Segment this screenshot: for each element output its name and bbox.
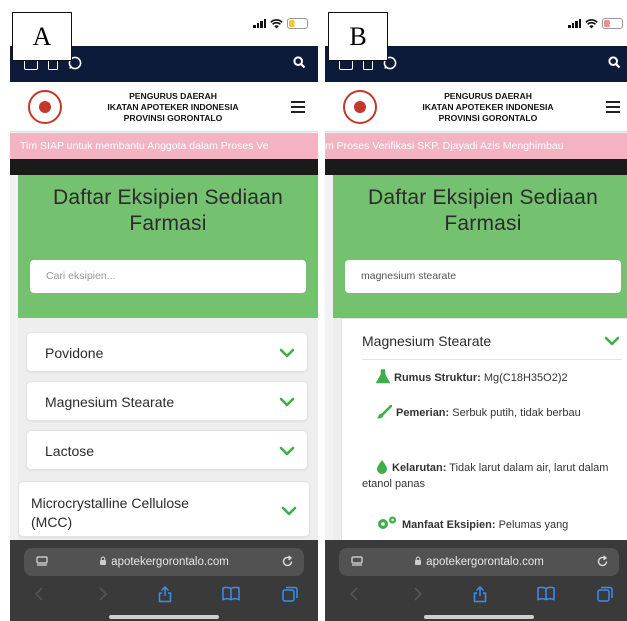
organization-name: PENGURUS DAERAH IKATAN APOTEKER INDONESI… bbox=[107, 91, 239, 123]
lock-icon bbox=[100, 556, 107, 565]
back-icon[interactable] bbox=[349, 586, 359, 602]
tabs-icon[interactable] bbox=[597, 586, 613, 602]
hero-section: Daftar Eksipien Sediaan Farmasi Cari eksi… bbox=[18, 175, 318, 318]
panel-label-b: B bbox=[328, 12, 388, 61]
battery-icon: 19 bbox=[602, 18, 623, 29]
hero-section: Daftar Eksipien Sediaan Farmasi magnesium… bbox=[333, 175, 627, 318]
reload-icon[interactable] bbox=[596, 555, 609, 568]
property-function: Manfaat Eksipien: Pelumas yang bbox=[376, 515, 618, 533]
browser-toolbar: apotekergorontalo.com bbox=[325, 540, 627, 621]
bookmarks-icon[interactable] bbox=[537, 586, 555, 601]
droplet-icon bbox=[377, 460, 387, 474]
site-header: PENGURUS DAERAH IKATAN APOTEKER INDONESI… bbox=[325, 82, 627, 132]
lock-icon bbox=[415, 556, 422, 565]
list-item[interactable]: Microcrystalline Cellulose (MCC) bbox=[18, 481, 310, 537]
hamburger-menu-icon[interactable] bbox=[291, 101, 305, 116]
detail-divider bbox=[362, 359, 622, 360]
panel-divider bbox=[318, 0, 325, 621]
site-header: PENGURUS DAERAH IKATAN APOTEKER INDONESI… bbox=[10, 82, 318, 132]
address-bar[interactable]: apotekergorontalo.com bbox=[24, 548, 304, 576]
gears-icon bbox=[378, 516, 396, 529]
wifi-icon bbox=[270, 18, 283, 29]
iai-logo bbox=[28, 90, 62, 124]
detail-title[interactable]: Magnesium Stearate bbox=[362, 333, 491, 349]
back-icon[interactable] bbox=[34, 586, 44, 602]
share-icon[interactable] bbox=[158, 586, 172, 603]
address-bar[interactable]: apotekergorontalo.com bbox=[339, 548, 619, 576]
excipient-detail-card: Magnesium Stearate Rumus Struktur: Mg(C1… bbox=[341, 318, 627, 542]
list-item[interactable]: Magnesium Stearate bbox=[26, 381, 308, 421]
panel-label-a: A bbox=[12, 12, 72, 61]
chevron-down-icon[interactable] bbox=[279, 397, 295, 407]
header-shadow-band bbox=[10, 159, 318, 175]
excipient-detail-area: Magnesium Stearate Rumus Struktur: Mg(C1… bbox=[333, 318, 627, 542]
list-item[interactable]: Povidone bbox=[26, 332, 308, 372]
chevron-down-icon[interactable] bbox=[279, 446, 295, 456]
organization-name: PENGURUS DAERAH IKATAN APOTEKER INDONESI… bbox=[422, 91, 554, 123]
list-item[interactable]: Lactose bbox=[26, 430, 308, 470]
battery-icon: 20 bbox=[287, 18, 308, 29]
property-description: Pemerian: Serbuk putih, tidak berbau bbox=[362, 405, 618, 421]
page-title: Daftar Eksipien Sediaan Farmasi bbox=[368, 186, 598, 235]
signal-icon bbox=[253, 19, 266, 28]
iai-logo bbox=[343, 90, 377, 124]
bookmarks-icon[interactable] bbox=[222, 586, 240, 601]
search-input[interactable]: Cari eksipien... bbox=[30, 260, 306, 293]
flask-icon bbox=[376, 369, 390, 384]
excipient-list: Povidone Magnesium Stearate Lactose Micr… bbox=[18, 318, 318, 542]
chevron-down-icon[interactable] bbox=[279, 348, 295, 358]
forward-icon[interactable] bbox=[98, 586, 108, 602]
brush-icon bbox=[376, 405, 392, 419]
forward-icon[interactable] bbox=[413, 586, 423, 602]
home-indicator bbox=[109, 615, 219, 619]
screenshot-comparison: A 20 PENGURUS DAERAH IKATAN APOTEKER IND… bbox=[0, 0, 627, 621]
news-ticker: m Proses Verifikasi SKP. Djayadi Azis Me… bbox=[325, 133, 627, 159]
news-ticker: Tim SIAP untuk membantu Anggota dalam Pr… bbox=[10, 133, 318, 159]
header-shadow-band bbox=[325, 159, 627, 175]
chevron-down-icon[interactable] bbox=[604, 336, 620, 346]
wifi-icon bbox=[585, 18, 598, 29]
phone-screen-b: B 19 PENGURUS DAERAH IKATAN APOTEKER IND… bbox=[325, 0, 627, 621]
search-input[interactable]: magnesium stearate bbox=[345, 260, 621, 293]
property-solubility: Kelarutan: Tidak larut dalam air, larut … bbox=[362, 459, 618, 492]
property-formula: Rumus Struktur: Mg(C18H35O2)2 bbox=[376, 369, 618, 386]
signal-icon bbox=[568, 19, 581, 28]
search-icon[interactable] bbox=[293, 56, 306, 69]
phone-screen-a: A 20 PENGURUS DAERAH IKATAN APOTEKER IND… bbox=[10, 0, 318, 621]
tab-overview-icon[interactable] bbox=[36, 556, 48, 567]
chevron-down-icon[interactable] bbox=[281, 506, 297, 516]
page-title: Daftar Eksipien Sediaan Farmasi bbox=[53, 186, 283, 235]
tab-overview-icon[interactable] bbox=[351, 556, 363, 567]
hamburger-menu-icon[interactable] bbox=[606, 101, 620, 116]
browser-toolbar: apotekergorontalo.com bbox=[10, 540, 318, 621]
home-indicator bbox=[424, 615, 534, 619]
reload-icon[interactable] bbox=[281, 555, 294, 568]
tabs-icon[interactable] bbox=[282, 586, 298, 602]
search-icon[interactable] bbox=[608, 56, 621, 69]
share-icon[interactable] bbox=[473, 586, 487, 603]
